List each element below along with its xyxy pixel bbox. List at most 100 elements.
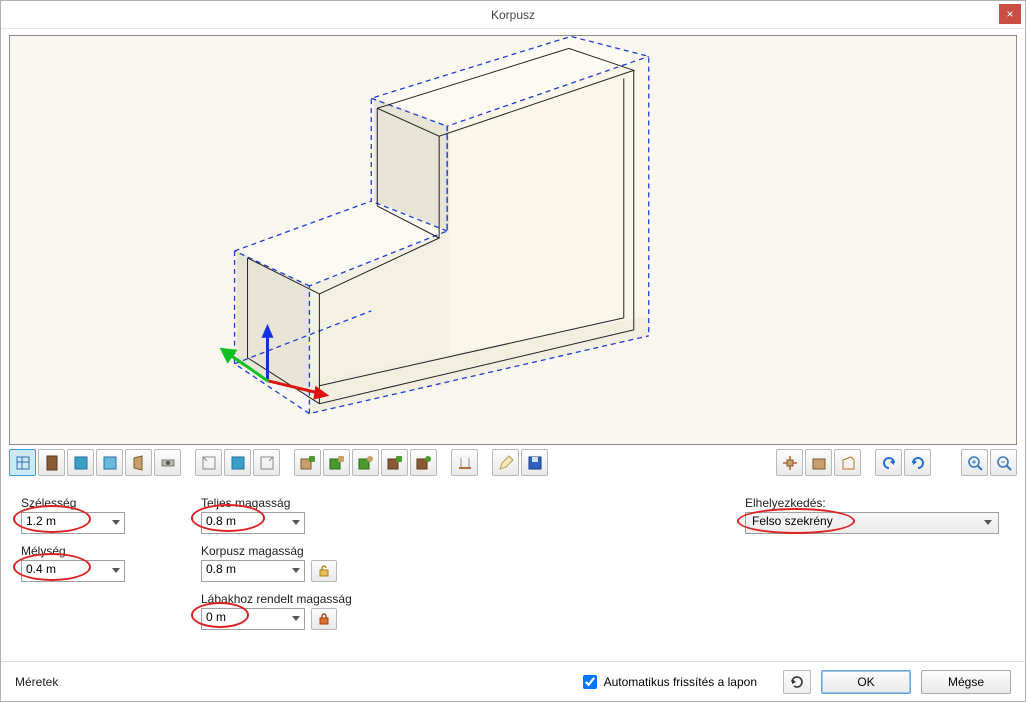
total-height-value: 0.8 m — [206, 514, 236, 528]
dimensions-icon — [14, 454, 32, 472]
tool-wire-left-button[interactable] — [195, 449, 222, 476]
refresh-icon — [789, 674, 805, 690]
add-c-icon — [357, 454, 375, 472]
redo-button[interactable] — [904, 449, 931, 476]
leg-height-value: 0 m — [206, 610, 226, 624]
placement-field: Elhelyezkedés: Felso szekrény — [745, 496, 1005, 534]
depth-value: 0.4 m — [26, 562, 56, 576]
total-height-field: Teljes magasság 0.8 m — [201, 496, 541, 534]
width-value: 1.2 m — [26, 514, 56, 528]
tool-side-button[interactable] — [125, 449, 152, 476]
width-field: Szélesség 1.2 m — [21, 496, 201, 534]
carcass-height-field: Korpusz magasság 0.8 m — [201, 544, 541, 582]
auto-refresh-checkbox[interactable]: Automatikus frissítés a lapon — [579, 672, 757, 692]
panel-alt-icon — [101, 454, 119, 472]
chevron-down-icon — [292, 520, 300, 526]
box-a-icon — [810, 454, 828, 472]
wire-left-icon — [200, 454, 218, 472]
auto-refresh-input[interactable] — [583, 675, 597, 689]
chevron-down-icon — [112, 520, 120, 526]
edit-icon — [497, 454, 515, 472]
side-icon — [130, 454, 148, 472]
wire-right-icon — [258, 454, 276, 472]
add-b-icon — [328, 454, 346, 472]
toolbar — [1, 447, 1025, 478]
placement-combo[interactable]: Felso szekrény — [745, 512, 999, 534]
column-right: Elhelyezkedés: Felso szekrény — [745, 496, 1005, 661]
leg-height-field: Lábakhoz rendelt magasság 0 m — [201, 592, 541, 630]
measure-icon — [456, 454, 474, 472]
column-left: Szélesség 1.2 m Mélység 0.4 m — [21, 496, 201, 661]
column-middle: Teljes magasság 0.8 m Korpusz magasság 0… — [201, 496, 541, 661]
redo-icon — [909, 454, 927, 472]
tool-panel-b-button[interactable] — [96, 449, 123, 476]
tool-add-e-button[interactable] — [410, 449, 437, 476]
close-icon: × — [1006, 7, 1013, 21]
model-drawing — [10, 36, 1016, 444]
placement-value: Felso szekrény — [752, 514, 833, 528]
undo-icon — [880, 454, 898, 472]
width-combo[interactable]: 1.2 m — [21, 512, 125, 534]
tool-add-d-button[interactable] — [381, 449, 408, 476]
tool-save-button[interactable] — [521, 449, 548, 476]
leg-height-label: Lábakhoz rendelt magasság — [201, 592, 541, 606]
carcass-height-value: 0.8 m — [206, 562, 236, 576]
placement-label: Elhelyezkedés: — [745, 496, 1005, 510]
tool-add-b-button[interactable] — [323, 449, 350, 476]
zoom-in-icon — [966, 454, 984, 472]
dialog-window: Korpusz × — [0, 0, 1026, 702]
refresh-button[interactable] — [783, 670, 811, 694]
depth-label: Mélység — [21, 544, 201, 558]
tool-edit-button[interactable] — [492, 449, 519, 476]
tool-handle-button[interactable] — [154, 449, 181, 476]
carcass-height-label: Korpusz magasság — [201, 544, 541, 558]
tool-box-a-button[interactable] — [805, 449, 832, 476]
form-area: Szélesség 1.2 m Mélység 0.4 m Teljes mag… — [1, 478, 1025, 661]
save-icon — [526, 454, 544, 472]
width-label: Szélesség — [21, 496, 201, 510]
handle-icon — [159, 454, 177, 472]
leg-height-lock-button[interactable] — [311, 608, 337, 630]
tool-add-a-button[interactable] — [294, 449, 321, 476]
tool-panel-a-button[interactable] — [67, 449, 94, 476]
tool-box-b-button[interactable] — [834, 449, 861, 476]
box-b-icon — [839, 454, 857, 472]
section-label: Méretek — [15, 675, 58, 689]
undo-button[interactable] — [875, 449, 902, 476]
move-icon — [781, 454, 799, 472]
depth-combo[interactable]: 0.4 m — [21, 560, 125, 582]
chevron-down-icon — [984, 520, 992, 526]
panel-icon — [72, 454, 90, 472]
zoom-out-icon — [995, 454, 1013, 472]
auto-refresh-label: Automatikus frissítés a lapon — [604, 675, 757, 689]
add-a-icon — [299, 454, 317, 472]
carcass-height-lock-button[interactable] — [311, 560, 337, 582]
footer: Méretek Automatikus frissítés a lapon OK… — [1, 661, 1025, 701]
tool-add-c-button[interactable] — [352, 449, 379, 476]
viewport-3d[interactable] — [9, 35, 1017, 445]
unlock-icon — [317, 564, 331, 578]
total-height-combo[interactable]: 0.8 m — [201, 512, 305, 534]
tool-door-button[interactable] — [38, 449, 65, 476]
wire-mid-icon — [229, 454, 247, 472]
door-icon — [43, 454, 61, 472]
chevron-down-icon — [112, 568, 120, 574]
tool-wire-right-button[interactable] — [253, 449, 280, 476]
zoom-out-button[interactable] — [990, 449, 1017, 476]
carcass-height-combo[interactable]: 0.8 m — [201, 560, 305, 582]
tool-move-button[interactable] — [776, 449, 803, 476]
zoom-in-button[interactable] — [961, 449, 988, 476]
chevron-down-icon — [292, 616, 300, 622]
cancel-button[interactable]: Mégse — [921, 670, 1011, 694]
tool-dimensions-button[interactable] — [9, 449, 36, 476]
tool-measure-button[interactable] — [451, 449, 478, 476]
ok-button[interactable]: OK — [821, 670, 911, 694]
tool-wire-mid-button[interactable] — [224, 449, 251, 476]
add-d-icon — [386, 454, 404, 472]
leg-height-combo[interactable]: 0 m — [201, 608, 305, 630]
close-button[interactable]: × — [999, 4, 1021, 24]
add-e-icon — [415, 454, 433, 472]
window-title: Korpusz — [491, 8, 535, 22]
lock-icon — [317, 612, 331, 626]
total-height-label: Teljes magasság — [201, 496, 541, 510]
